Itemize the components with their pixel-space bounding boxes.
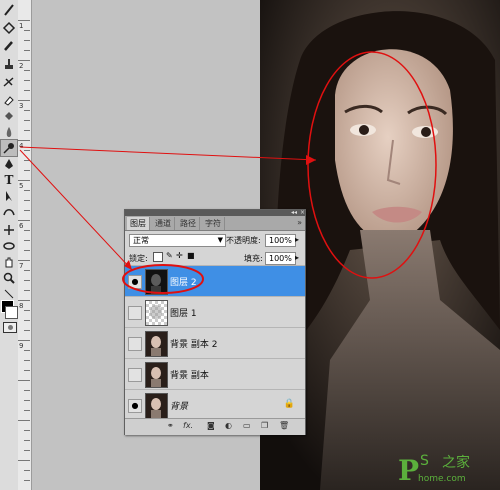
visibility-toggle[interactable] — [128, 337, 142, 351]
watermark-url: home.com — [418, 474, 466, 484]
layer-mask-icon[interactable]: ◙ — [207, 421, 215, 430]
eraser-icon[interactable] — [1, 92, 17, 108]
layer-style-button[interactable]: fx. — [183, 421, 193, 430]
lock-icon: 🔒 — [283, 399, 295, 409]
visibility-eye-icon[interactable]: ● — [128, 275, 142, 289]
ruler-label: 3 — [19, 102, 24, 110]
watermark-cn: 之家 — [442, 455, 470, 471]
ruler-label: 1 — [19, 22, 24, 30]
background-color-swatch[interactable] — [5, 306, 18, 319]
lock-position-icon[interactable]: ✛ — [176, 251, 183, 260]
lock-pixels-icon[interactable]: ✎ — [166, 251, 173, 260]
trash-icon[interactable]: 🗑 — [279, 421, 289, 430]
layer-thumbnail — [145, 362, 168, 388]
layer-thumbnail — [145, 300, 168, 326]
chevron-down-icon: ▼ — [217, 236, 223, 244]
pen-icon[interactable] — [1, 156, 17, 172]
ruler-label: 7 — [19, 262, 24, 270]
lock-all-icon[interactable]: ■ — [187, 251, 195, 260]
layer-name[interactable]: 背景 副本 2 — [170, 337, 217, 350]
panel-tabs: 图层 通道 路径 字符 » — [125, 216, 305, 231]
ruler-label: 6 — [19, 222, 24, 230]
tools-panel: T — [0, 0, 19, 490]
type-icon[interactable]: T — [1, 172, 17, 188]
layer-row[interactable]: 图层 1 — [125, 296, 305, 327]
link-layers-icon[interactable]: ⚭ — [167, 421, 174, 430]
layer-name[interactable]: 背景 — [170, 399, 188, 412]
layer-name[interactable]: 图层 2 — [170, 275, 197, 288]
layer-name[interactable]: 图层 1 — [170, 306, 197, 319]
visibility-eye-icon[interactable]: ● — [128, 399, 142, 413]
lock-transparent-icon[interactable] — [153, 252, 163, 262]
3d-orbit-icon[interactable] — [1, 238, 17, 254]
shape-icon[interactable] — [1, 20, 17, 36]
custom-shape-icon[interactable] — [1, 204, 17, 220]
fill-field[interactable]: 100% — [265, 252, 296, 265]
new-layer-icon[interactable]: ❐ — [261, 421, 268, 430]
hand-icon[interactable] — [1, 254, 17, 270]
path-select-icon[interactable] — [1, 188, 17, 204]
tab-character[interactable]: 字符 — [202, 217, 225, 230]
group-folder-icon[interactable]: ▭ — [243, 421, 251, 430]
layers-bottom-bar: ⚭ fx. ◙ ◐ ▭ ❐ 🗑 — [125, 418, 305, 435]
layers-panel: ◂◂ × 图层 通道 路径 字符 » 正常 ▼ 不透明度: 100% ▸ 锁定: … — [124, 209, 306, 435]
ruler-label: 2 — [19, 62, 24, 70]
opacity-label: 不透明度: — [226, 236, 261, 245]
ruler-label: 4 — [19, 142, 24, 150]
layer-row[interactable]: 背景 副本 2 — [125, 327, 305, 358]
history-brush-icon[interactable] — [1, 74, 17, 90]
blend-mode-value: 正常 — [133, 236, 149, 245]
dodge-icon[interactable] — [0, 139, 18, 157]
layer-thumbnail — [145, 331, 168, 357]
pencil-icon[interactable] — [1, 38, 17, 54]
layer-thumbnail — [145, 393, 168, 419]
visibility-toggle[interactable] — [128, 368, 142, 382]
opacity-arrow-icon[interactable]: ▸ — [295, 235, 299, 244]
fill-arrow-icon[interactable]: ▸ — [295, 253, 299, 262]
tab-layers[interactable]: 图层 — [127, 217, 150, 230]
tab-paths[interactable]: 路径 — [177, 217, 200, 230]
opacity-value: 100% — [269, 236, 292, 245]
watermark-p: P — [398, 454, 420, 487]
stamp-icon[interactable] — [1, 56, 17, 72]
blend-mode-select[interactable]: 正常 ▼ — [129, 234, 226, 247]
quick-mask-icon[interactable] — [3, 322, 17, 333]
fill-value: 100% — [269, 254, 292, 263]
layer-thumbnail — [145, 269, 168, 295]
adjustment-layer-icon[interactable]: ◐ — [225, 421, 232, 430]
blur-icon[interactable] — [1, 124, 17, 140]
visibility-toggle[interactable] — [128, 306, 142, 320]
panel-menu-icon[interactable]: » — [297, 218, 302, 227]
layer-row[interactable]: ● 图层 2 — [125, 265, 305, 296]
fill-label: 填充: — [244, 254, 263, 263]
tab-channels[interactable]: 通道 — [152, 217, 175, 230]
layer-name[interactable]: 背景 副本 — [170, 368, 209, 381]
opacity-field[interactable]: 100% — [265, 234, 296, 247]
watermark-logo: P S 之家 home.com — [398, 450, 498, 488]
brush-icon[interactable] — [1, 2, 17, 18]
3d-rotate-icon[interactable] — [1, 222, 17, 238]
vertical-ruler: 1 2 3 4 5 6 7 8 9 — [18, 0, 32, 490]
ruler-label: 9 — [19, 342, 24, 350]
watermark-s: S — [420, 453, 429, 469]
ruler-label: 8 — [19, 302, 24, 310]
layer-row[interactable]: 背景 副本 — [125, 358, 305, 389]
layer-row[interactable]: ● 背景 🔒 — [125, 389, 305, 420]
ruler-label: 5 — [19, 182, 24, 190]
lock-label: 锁定: — [129, 254, 148, 263]
paint-bucket-icon[interactable] — [1, 108, 17, 124]
zoom-icon[interactable] — [1, 270, 17, 286]
